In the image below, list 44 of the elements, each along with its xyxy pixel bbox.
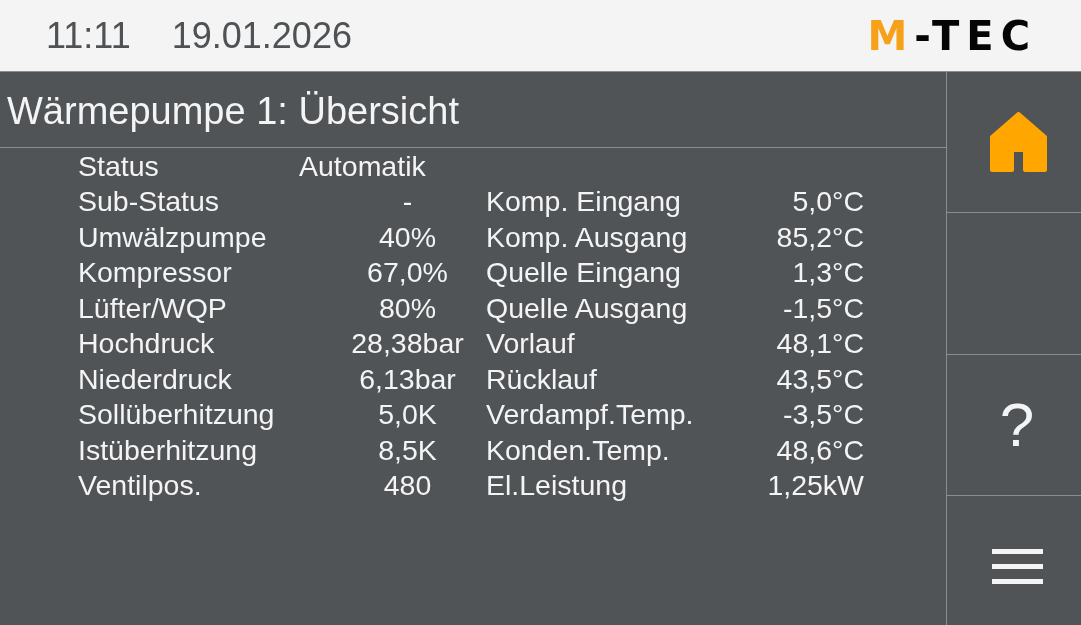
reading-label: Quelle Ausgang: [486, 293, 688, 322]
reading-value: -3,5°C: [782, 400, 864, 429]
page-title: Wärmepumpe 1: Übersicht: [7, 89, 459, 130]
reading-value: 40%: [378, 222, 436, 251]
reading-value: -: [402, 187, 413, 216]
reading-value: 43,5°C: [776, 364, 864, 393]
reading-value: 28,38bar: [351, 329, 464, 358]
reading-value: 48,1°C: [776, 329, 864, 358]
reading-value: 5,0°C: [792, 187, 864, 216]
reading-value: 8,5K: [378, 435, 437, 464]
reading-label: Umwälzpumpe: [78, 222, 267, 251]
reading-label: El.Leistung: [486, 471, 627, 500]
reading-label: Verdampf.Temp.: [486, 400, 694, 429]
reading-label: Quelle Eingang: [486, 258, 681, 287]
reading-value: 85,2°C: [776, 222, 864, 251]
reading-label: Vorlauf: [486, 329, 575, 358]
brand-logo: M-TEC: [867, 15, 1037, 56]
reading-label: Istüberhitzung: [78, 435, 258, 464]
reading-label: Rücklauf: [486, 364, 597, 393]
reading-label: Konden.Temp.: [486, 435, 670, 464]
date-text: 19.01.2026: [171, 17, 352, 54]
reading-label: Sollüberhitzung: [78, 400, 275, 429]
reading-label: Ventilpos.: [78, 471, 202, 500]
status-value: Automatik: [299, 151, 426, 180]
menu-icon: [991, 549, 1043, 584]
reading-value: 48,6°C: [776, 435, 864, 464]
reading-label: Hochdruck: [78, 329, 215, 358]
reading-value: -1,5°C: [782, 293, 864, 322]
reading-label: Kompressor: [78, 258, 232, 287]
reading-value: 5,0K: [378, 400, 437, 429]
reading-label: Lüfter/WQP: [78, 293, 227, 322]
clock-time: 11:11: [46, 17, 131, 54]
reading-value: 1,25kW: [767, 471, 864, 500]
reading-label: Status: [78, 151, 159, 180]
reading-label: Niederdruck: [78, 364, 232, 393]
reading-label: Komp. Ausgang: [486, 222, 688, 251]
reading-label: Komp. Eingang: [486, 187, 681, 216]
reading-label: Sub-Status: [78, 187, 219, 216]
reading-value: 67,0%: [367, 258, 448, 287]
reading-value: 480: [383, 471, 432, 500]
home-icon: [989, 112, 1047, 172]
reading-value: 80%: [378, 293, 436, 322]
reading-value: 1,3°C: [792, 258, 864, 287]
reading-value: 6,13bar: [359, 364, 456, 393]
